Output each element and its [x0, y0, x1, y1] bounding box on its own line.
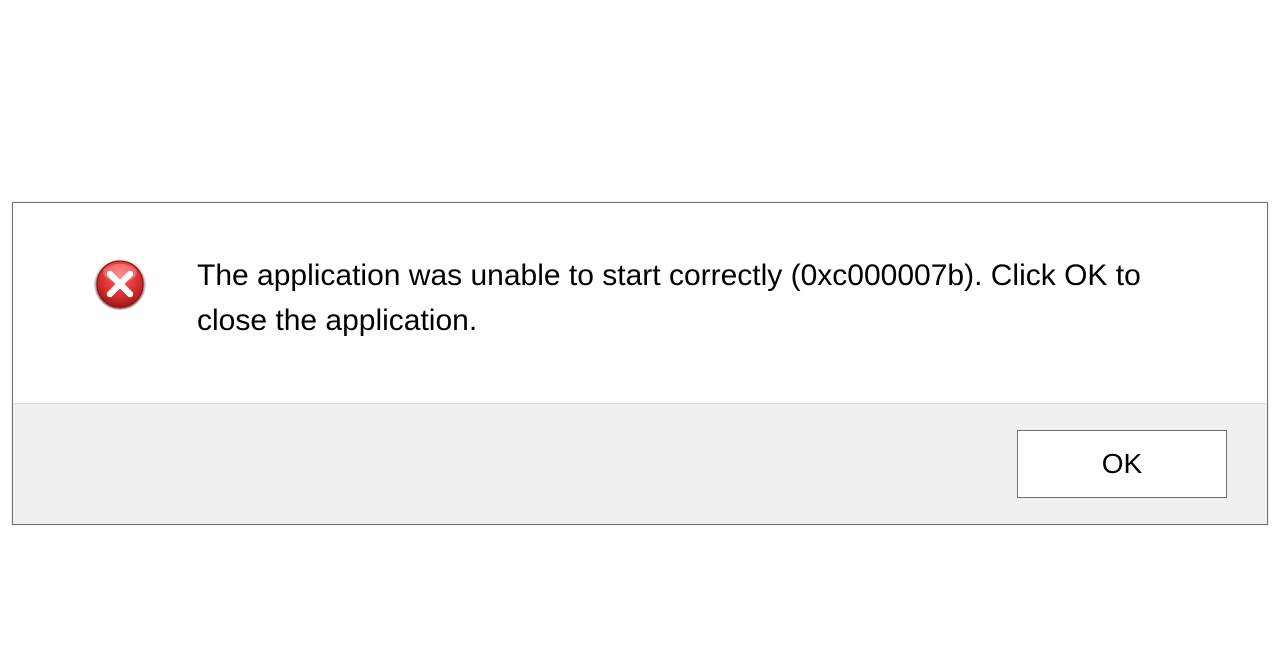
dialog-button-bar: OK [13, 403, 1267, 524]
error-dialog: The application was unable to start corr… [12, 202, 1268, 525]
ok-button[interactable]: OK [1017, 430, 1227, 498]
error-icon [93, 253, 147, 311]
dialog-content: The application was unable to start corr… [13, 203, 1267, 403]
error-x-icon [93, 257, 147, 311]
dialog-message: The application was unable to start corr… [197, 253, 1197, 343]
